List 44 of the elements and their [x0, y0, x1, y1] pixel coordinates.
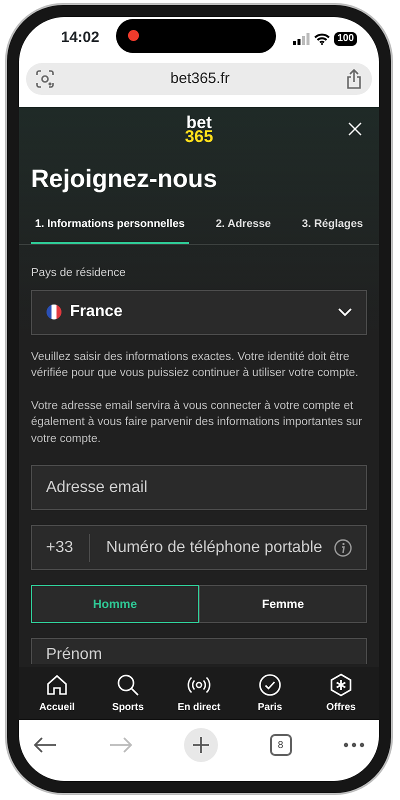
info-paragraph: Votre adresse email servira à vous connecter à votre compte et également à vous faire parvenir des informations importantes sur votre compte.	[31, 398, 364, 447]
recording-dot-icon	[128, 30, 139, 41]
tabs-button[interactable]: 8	[270, 734, 292, 756]
url-text: bet365.fr	[170, 68, 230, 89]
info-icon	[334, 538, 352, 557]
flag-icon	[46, 304, 62, 320]
forward-arrow-icon	[108, 736, 132, 754]
nav-item[interactable]: Paris	[240, 667, 300, 720]
nav-item[interactable]: Sports	[98, 667, 158, 720]
step-tab[interactable]: 1. Informations personnelles	[31, 210, 189, 244]
page-title: Rejoignez-nous	[31, 164, 218, 194]
battery-level: 100	[334, 32, 357, 46]
step-tab[interactable]: 3. Réglages	[298, 210, 367, 244]
home-icon	[45, 672, 69, 696]
more-icon	[343, 742, 365, 748]
lens-icon[interactable]	[36, 70, 54, 88]
share-icon[interactable]	[346, 69, 362, 89]
check-circle-icon	[258, 672, 282, 696]
phone-field[interactable]: +33 Numéro de téléphone portable	[31, 525, 367, 570]
plus-icon	[192, 736, 210, 754]
new-tab-button[interactable]	[184, 728, 218, 762]
clock-time: 14:02	[61, 28, 100, 48]
signal-icon	[292, 32, 310, 44]
nav-item[interactable]: Accueil	[27, 667, 87, 720]
address-bar[interactable]: bet365.fr	[26, 63, 372, 95]
select-value: France	[70, 302, 124, 322]
info-paragraph: Veuillez saisir des informations exactes. Votre identité doit être vérifiée pour que vous puissiez continuer à utiliser votre compte.	[31, 350, 360, 382]
email-field[interactable]: Adresse email	[31, 465, 367, 510]
first-name-field[interactable]: Prénom	[31, 638, 367, 664]
search-icon	[116, 672, 140, 696]
back-arrow-icon	[33, 736, 57, 754]
step-tab[interactable]: 2. Adresse	[212, 210, 275, 244]
chevron-down-icon	[338, 308, 352, 317]
close-icon	[348, 122, 362, 136]
country-select[interactable]: France	[31, 290, 367, 335]
star-hexagon-icon	[329, 672, 353, 696]
nav-item[interactable]: En direct	[169, 667, 229, 720]
close-button[interactable]	[347, 121, 363, 137]
wifi-icon	[314, 32, 330, 44]
gender-option[interactable]: Femme	[199, 585, 367, 624]
field-label: Pays de résidence	[31, 266, 127, 280]
nav-item[interactable]: Offres	[311, 667, 371, 720]
gender-option[interactable]: Homme	[31, 585, 199, 624]
logo: bet 365	[184, 116, 214, 144]
